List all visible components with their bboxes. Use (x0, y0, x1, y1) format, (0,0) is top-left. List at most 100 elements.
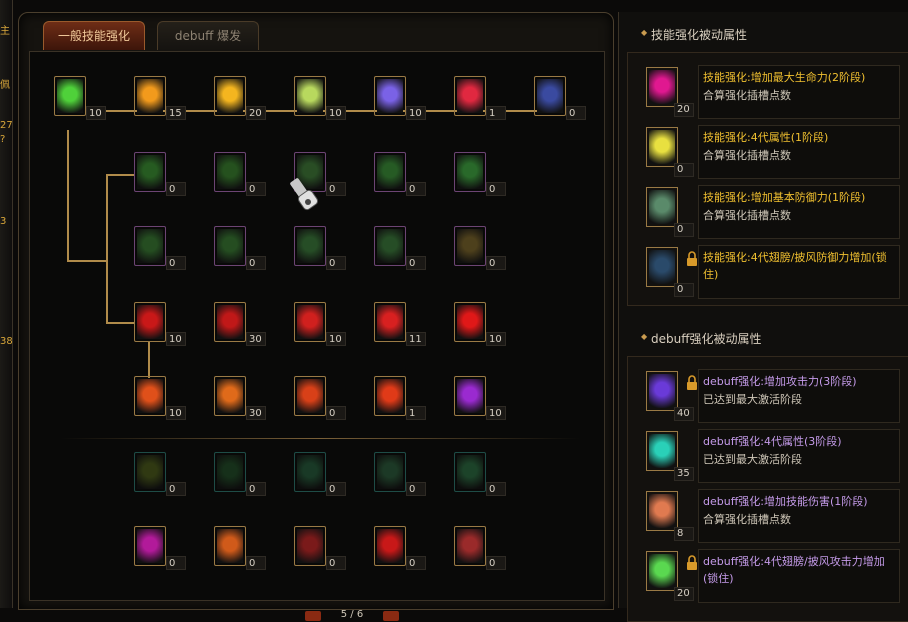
passive-item[interactable]: 40 debuff强化:增加攻击力(3阶段) 已达到最大激活阶段 (632, 367, 904, 423)
skill-slot-icon[interactable] (454, 226, 486, 266)
skill-slot-icon[interactable] (134, 76, 166, 116)
skill-slot-icon[interactable] (214, 226, 246, 266)
lock-icon (687, 251, 697, 266)
skill-slot-icon[interactable] (374, 452, 406, 492)
skill-art (137, 529, 163, 563)
skill-slot-count: 0 (486, 482, 506, 496)
skill-slot-icon[interactable] (374, 76, 406, 116)
skill-slot-count: 0 (246, 182, 266, 196)
skill-slot-count: 0 (406, 256, 426, 270)
skill-slot-icon[interactable] (374, 152, 406, 192)
passive-item[interactable]: 35 debuff强化:4代属性(3阶段) 已达到最大激活阶段 (632, 427, 904, 483)
skill-art (457, 455, 483, 489)
skill-art (649, 70, 675, 104)
passive-item[interactable]: 20 debuff强化:4代翅膀/披风攻击力增加(锁住) (632, 547, 904, 603)
passive-skill-icon (646, 431, 678, 471)
edge-text: 主 (0, 26, 10, 37)
skill-art (377, 79, 403, 113)
lock-icon (687, 555, 697, 570)
skill-slot-icon[interactable] (374, 302, 406, 342)
skill-art (649, 554, 675, 588)
passive-description: 技能强化:4代属性(1阶段) 合算强化插槽点数 (698, 125, 900, 179)
skill-art (217, 229, 243, 263)
passive-item[interactable]: 0 技能强化:4代属性(1阶段) 合算强化插槽点数 (632, 123, 904, 179)
skill-slot-count: 0 (486, 556, 506, 570)
tab-debuff-burst[interactable]: debuff 爆发 (157, 21, 259, 50)
skill-slot-icon[interactable] (294, 302, 326, 342)
skill-slot-icon[interactable] (454, 76, 486, 116)
skill-slot-icon[interactable] (134, 376, 166, 416)
skill-tree-panel: 一般技能强化 debuff 爆发 10 15 20 10 10 1 0 0 0 0 0 0 0 0 0 0 0 1… (18, 12, 614, 621)
skill-slot-icon[interactable] (374, 226, 406, 266)
skill-art (297, 229, 323, 263)
skill-slot-icon[interactable] (454, 152, 486, 192)
skill-slot-icon[interactable] (294, 526, 326, 566)
skill-slot-icon[interactable] (214, 76, 246, 116)
passive-item[interactable]: 8 debuff强化:增加技能伤害(1阶段) 合算强化插槽点数 (632, 487, 904, 543)
skill-art (297, 455, 323, 489)
passive-status: 合算强化插槽点数 (703, 513, 791, 526)
passive-description: debuff强化:增加攻击力(3阶段) 已达到最大激活阶段 (698, 369, 900, 423)
passive-item[interactable]: 0 技能强化:增加基本防御力(1阶段) 合算强化插槽点数 (632, 183, 904, 239)
skill-art (649, 250, 675, 284)
skill-slot-count: 10 (86, 106, 106, 120)
skill-art (457, 79, 483, 113)
edge-text: 佩 (0, 80, 10, 91)
skill-slot-icon[interactable] (454, 376, 486, 416)
skill-slot-icon[interactable] (454, 302, 486, 342)
skill-slot-icon[interactable] (134, 452, 166, 492)
skill-slot-icon[interactable] (454, 526, 486, 566)
passive-item[interactable]: 0 技能强化:4代翅膀/披风防御力增加(锁住) (632, 243, 904, 299)
skill-slot-icon[interactable] (374, 526, 406, 566)
skill-slot-icon[interactable] (294, 452, 326, 492)
skill-slot-icon[interactable] (134, 226, 166, 266)
skill-slot-count: 0 (246, 556, 266, 570)
skill-slot-icon[interactable] (134, 302, 166, 342)
connector-line (67, 260, 107, 262)
skill-slot-icon[interactable] (294, 376, 326, 416)
skill-slot-icon[interactable] (214, 452, 246, 492)
passive-description: debuff强化:4代属性(3阶段) 已达到最大激活阶段 (698, 429, 900, 483)
skill-art (217, 379, 243, 413)
passive-description: 技能强化:增加基本防御力(1阶段) 合算强化插槽点数 (698, 185, 900, 239)
passive-count: 0 (674, 163, 694, 177)
passive-skill-icon (646, 127, 678, 167)
tab-general-skill[interactable]: 一般技能强化 (43, 21, 145, 50)
next-page-button[interactable] (383, 611, 399, 621)
skill-slot-count: 10 (486, 406, 506, 420)
skill-slot-icon[interactable] (294, 76, 326, 116)
skill-slot-icon[interactable] (534, 76, 566, 116)
passive-description: 技能强化:4代翅膀/披风防御力增加(锁住) (698, 245, 900, 299)
edge-text: 3 (0, 216, 7, 227)
skill-slot-count: 0 (406, 556, 426, 570)
connector-line (106, 174, 134, 176)
skill-art (649, 130, 675, 164)
skill-slot-count: 10 (326, 106, 346, 120)
skill-art (377, 379, 403, 413)
page-indicator: 5 / 6 (340, 609, 364, 620)
skill-slot-icon[interactable] (374, 376, 406, 416)
skill-art (217, 155, 243, 189)
skill-slot-count: 20 (246, 106, 266, 120)
skill-slot-count: 0 (326, 256, 346, 270)
skill-slot-icon[interactable] (294, 226, 326, 266)
skill-slot-icon[interactable] (214, 376, 246, 416)
skill-slot-icon[interactable] (454, 452, 486, 492)
skill-slot-icon[interactable] (214, 152, 246, 192)
skill-slot-count: 0 (166, 182, 186, 196)
skill-slot-icon[interactable] (54, 76, 86, 116)
skill-slot-count: 0 (166, 482, 186, 496)
skill-slot-icon[interactable] (134, 526, 166, 566)
passive-name: 技能强化:4代属性(1阶段) (703, 131, 829, 144)
skill-art (457, 529, 483, 563)
skill-slot-icon[interactable] (214, 526, 246, 566)
skill-slot-icon[interactable] (134, 152, 166, 192)
prev-page-button[interactable] (305, 611, 321, 621)
skill-slot-count: 10 (486, 332, 506, 346)
passive-status: 合算强化插槽点数 (703, 149, 791, 162)
passive-item[interactable]: 20 技能强化:增加最大生命力(2阶段) 合算强化插槽点数 (632, 63, 904, 119)
skill-slot-icon[interactable] (214, 302, 246, 342)
skill-art (377, 229, 403, 263)
skill-slot-count: 0 (326, 406, 346, 420)
skill-art (217, 529, 243, 563)
